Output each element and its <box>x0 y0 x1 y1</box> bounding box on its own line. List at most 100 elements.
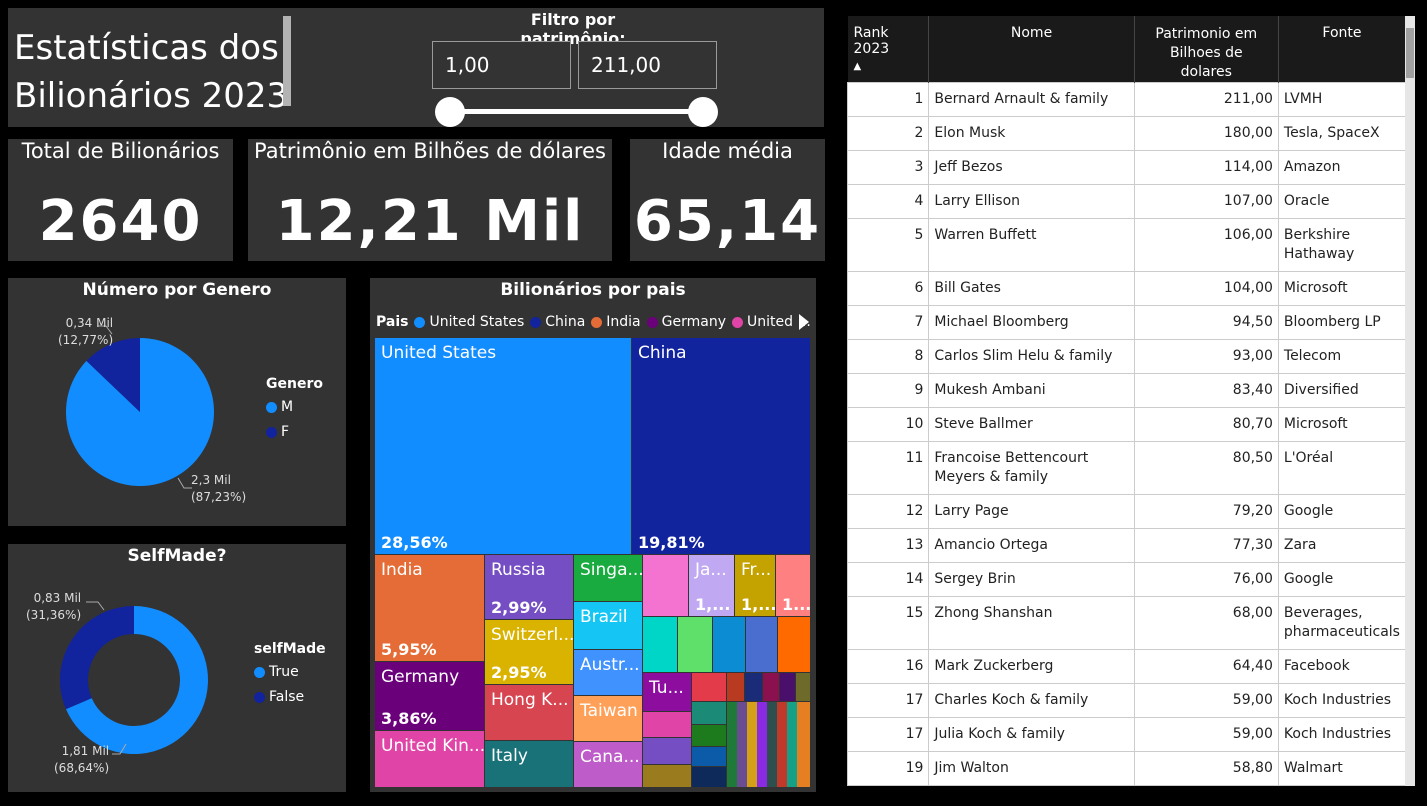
treemap-cell-france[interactable]: Fr... 1,... <box>735 555 775 616</box>
source-cell: Facebook <box>1277 649 1407 684</box>
table-row[interactable]: 1 Bernard Arnault & family 211,00 LVMH <box>846 82 1407 117</box>
country-chart-panel: Bilionários por pais Pais United States … <box>370 278 816 792</box>
kpi-total-label: Total de Bilionários <box>21 139 220 163</box>
legend-item-china[interactable]: China <box>530 314 585 330</box>
treemap-cell-small-5[interactable] <box>713 617 745 672</box>
treemap-cell-hong-kong[interactable]: Hong K... <box>485 685 573 740</box>
treemap-cell-small-16[interactable] <box>796 673 810 701</box>
treemap-cell-small-3[interactable] <box>643 617 677 672</box>
treemap-cell-small-9[interactable] <box>643 738 691 764</box>
legend-item-germany[interactable]: Germany <box>646 314 726 330</box>
treemap-cell-small-10[interactable] <box>643 765 691 787</box>
filter-slider-track[interactable] <box>450 109 704 114</box>
name-cell: Bernard Arnault & family <box>928 82 1135 117</box>
name-cell: Jim Walton <box>928 751 1135 786</box>
filter-max-input[interactable] <box>578 41 717 89</box>
legend-item-india[interactable]: India <box>591 314 641 330</box>
table-row[interactable]: 17 Julia Koch & family 59,00 Koch Industrie… <box>846 717 1407 752</box>
treemap-cell-small-6[interactable] <box>746 617 777 672</box>
treemap-cell-australia[interactable]: Austr... <box>574 650 642 695</box>
country-treemap[interactable]: United States 28,56% China 19,81% India 5,9… <box>375 338 811 787</box>
table-row[interactable]: 9 Mukesh Ambani 83,40 Diversified <box>846 373 1407 408</box>
table-header-row: Rank 2023 ▲ Nome Patrimonio em Bilhoes d… <box>847 16 1407 83</box>
legend-label-germany: Germany <box>661 314 726 330</box>
treemap-cell-small-7[interactable] <box>778 617 810 672</box>
sort-ascending-icon[interactable]: ▲ <box>854 61 929 72</box>
table-row[interactable]: 11 Francoise Bettencourt Meyers & family 8… <box>846 441 1407 495</box>
treemap-cell-small-11[interactable] <box>692 673 726 701</box>
column-header-rank[interactable]: Rank 2023 ▲ <box>847 16 930 83</box>
wealth-cell: 77,30 <box>1133 528 1279 563</box>
treemap-cell-small-20[interactable] <box>692 767 726 787</box>
treemap-cell-small-8[interactable] <box>643 712 691 737</box>
treemap-cell-singapore[interactable]: Singa... <box>574 555 642 601</box>
treemap-cell-canada[interactable]: Cana... <box>574 742 642 787</box>
legend-item-false[interactable]: False <box>254 689 326 705</box>
table-row[interactable]: 2 Elon Musk 180,00 Tesla, SpaceX <box>846 116 1407 151</box>
treemap-cell-small-14[interactable] <box>763 673 779 701</box>
column-header-source[interactable]: Fonte <box>1278 16 1407 83</box>
source-cell: Koch Industries <box>1277 717 1407 752</box>
legend-item-m[interactable]: M <box>266 399 323 415</box>
table-row[interactable]: 19 Jim Walton 58,80 Walmart <box>846 751 1407 786</box>
treemap-cell-united-kingdom[interactable]: United Kin... <box>375 731 484 787</box>
legend-item-us[interactable]: United States <box>414 314 524 330</box>
table-row[interactable]: 8 Carlos Slim Helu & family 93,00 Telecom <box>846 339 1407 374</box>
table-row[interactable]: 15 Zhong Shanshan 68,00 Beverages, pharmace… <box>846 596 1407 650</box>
table-row[interactable]: 13 Amancio Ortega 77,30 Zara <box>846 528 1407 563</box>
table-scrollbar[interactable] <box>1405 16 1415 786</box>
treemap-cell-italy[interactable]: Italy <box>485 741 573 787</box>
table-row[interactable]: 3 Jeff Bezos 114,00 Amazon <box>846 150 1407 185</box>
table-row[interactable]: 4 Larry Ellison 107,00 Oracle <box>846 184 1407 219</box>
legend-item-f[interactable]: F <box>266 424 323 440</box>
treemap-cell-united-states[interactable]: United States 28,56% <box>375 338 631 554</box>
treemap-cell-small-18[interactable] <box>692 725 726 746</box>
selfmade-false-data-label: 0,83 Mil (31,36%) <box>26 590 81 624</box>
table-row[interactable]: 14 Sergey Brin 76,00 Google <box>846 562 1407 597</box>
treemap-cell-small-1[interactable] <box>643 555 688 616</box>
table-row[interactable]: 10 Steve Ballmer 80,70 Microsoft <box>846 407 1407 442</box>
filter-min-input[interactable] <box>432 41 571 89</box>
treemap-label: Tu... <box>649 678 684 698</box>
treemap-cell-russia[interactable]: Russia 2,99% <box>485 555 573 619</box>
treemap-cell-small-19[interactable] <box>692 747 726 766</box>
column-header-wealth[interactable]: Patrimonio em Bilhoes de dolares <box>1134 16 1279 83</box>
legend-next-arrow-icon[interactable] <box>799 314 809 330</box>
treemap-cell-small-15[interactable] <box>780 673 795 701</box>
treemap-pct: 2,99% <box>491 598 547 617</box>
treemap-cell-switzerland[interactable]: Switzerl... 2,95% <box>485 620 573 684</box>
table-row[interactable]: 17 Charles Koch & family 59,00 Koch Industr… <box>846 683 1407 718</box>
table-scroll-thumb[interactable] <box>1406 28 1414 78</box>
treemap-cell-taiwan[interactable]: Taiwan <box>574 696 642 741</box>
table-row[interactable]: 5 Warren Buffett 106,00 Berkshire Hathaway <box>846 218 1407 272</box>
treemap-cell-japan[interactable]: Ja... 1,... <box>689 555 734 616</box>
source-cell: Microsoft <box>1277 407 1407 442</box>
table-row[interactable]: 16 Mark Zuckerberg 64,40 Facebook <box>846 649 1407 684</box>
legend-dot-m <box>266 401 277 413</box>
treemap-cell-small-cluster[interactable] <box>727 702 810 787</box>
legend-item-true[interactable]: True <box>254 664 326 680</box>
filter-slider-min-handle[interactable] <box>435 97 465 127</box>
treemap-cell-small-2[interactable]: 1... <box>776 555 810 616</box>
treemap-cell-small-12[interactable] <box>727 673 744 701</box>
table-row[interactable]: 7 Michael Bloomberg 94,50 Bloomberg LP <box>846 305 1407 340</box>
title-line-1: Estatísticas dos <box>14 28 279 68</box>
table-row[interactable]: 6 Bill Gates 104,00 Microsoft <box>846 271 1407 306</box>
treemap-label: Taiwan <box>580 701 638 721</box>
treemap-cell-small-4[interactable] <box>678 617 712 672</box>
treemap-cell-small-17[interactable] <box>692 702 726 724</box>
treemap-cell-turkey[interactable]: Tu... <box>643 673 691 711</box>
column-header-name[interactable]: Nome <box>928 16 1135 83</box>
selfmade-legend-title: selfMade <box>254 641 326 657</box>
treemap-cell-brazil[interactable]: Brazil <box>574 602 642 649</box>
source-cell: Beverages, pharmaceuticals <box>1277 596 1407 650</box>
filter-slider-max-handle[interactable] <box>688 97 718 127</box>
treemap-cell-china[interactable]: China 19,81% <box>632 338 810 554</box>
treemap-cell-india[interactable]: India 5,95% <box>375 555 484 661</box>
selfmade-true-pct: (68,64%) <box>54 761 110 775</box>
source-cell: Berkshire Hathaway <box>1277 218 1407 272</box>
treemap-cell-small-13[interactable] <box>745 673 762 701</box>
treemap-cell-germany[interactable]: Germany 3,86% <box>375 662 484 730</box>
name-cell: Jeff Bezos <box>928 150 1135 185</box>
table-row[interactable]: 12 Larry Page 79,20 Google <box>846 494 1407 529</box>
